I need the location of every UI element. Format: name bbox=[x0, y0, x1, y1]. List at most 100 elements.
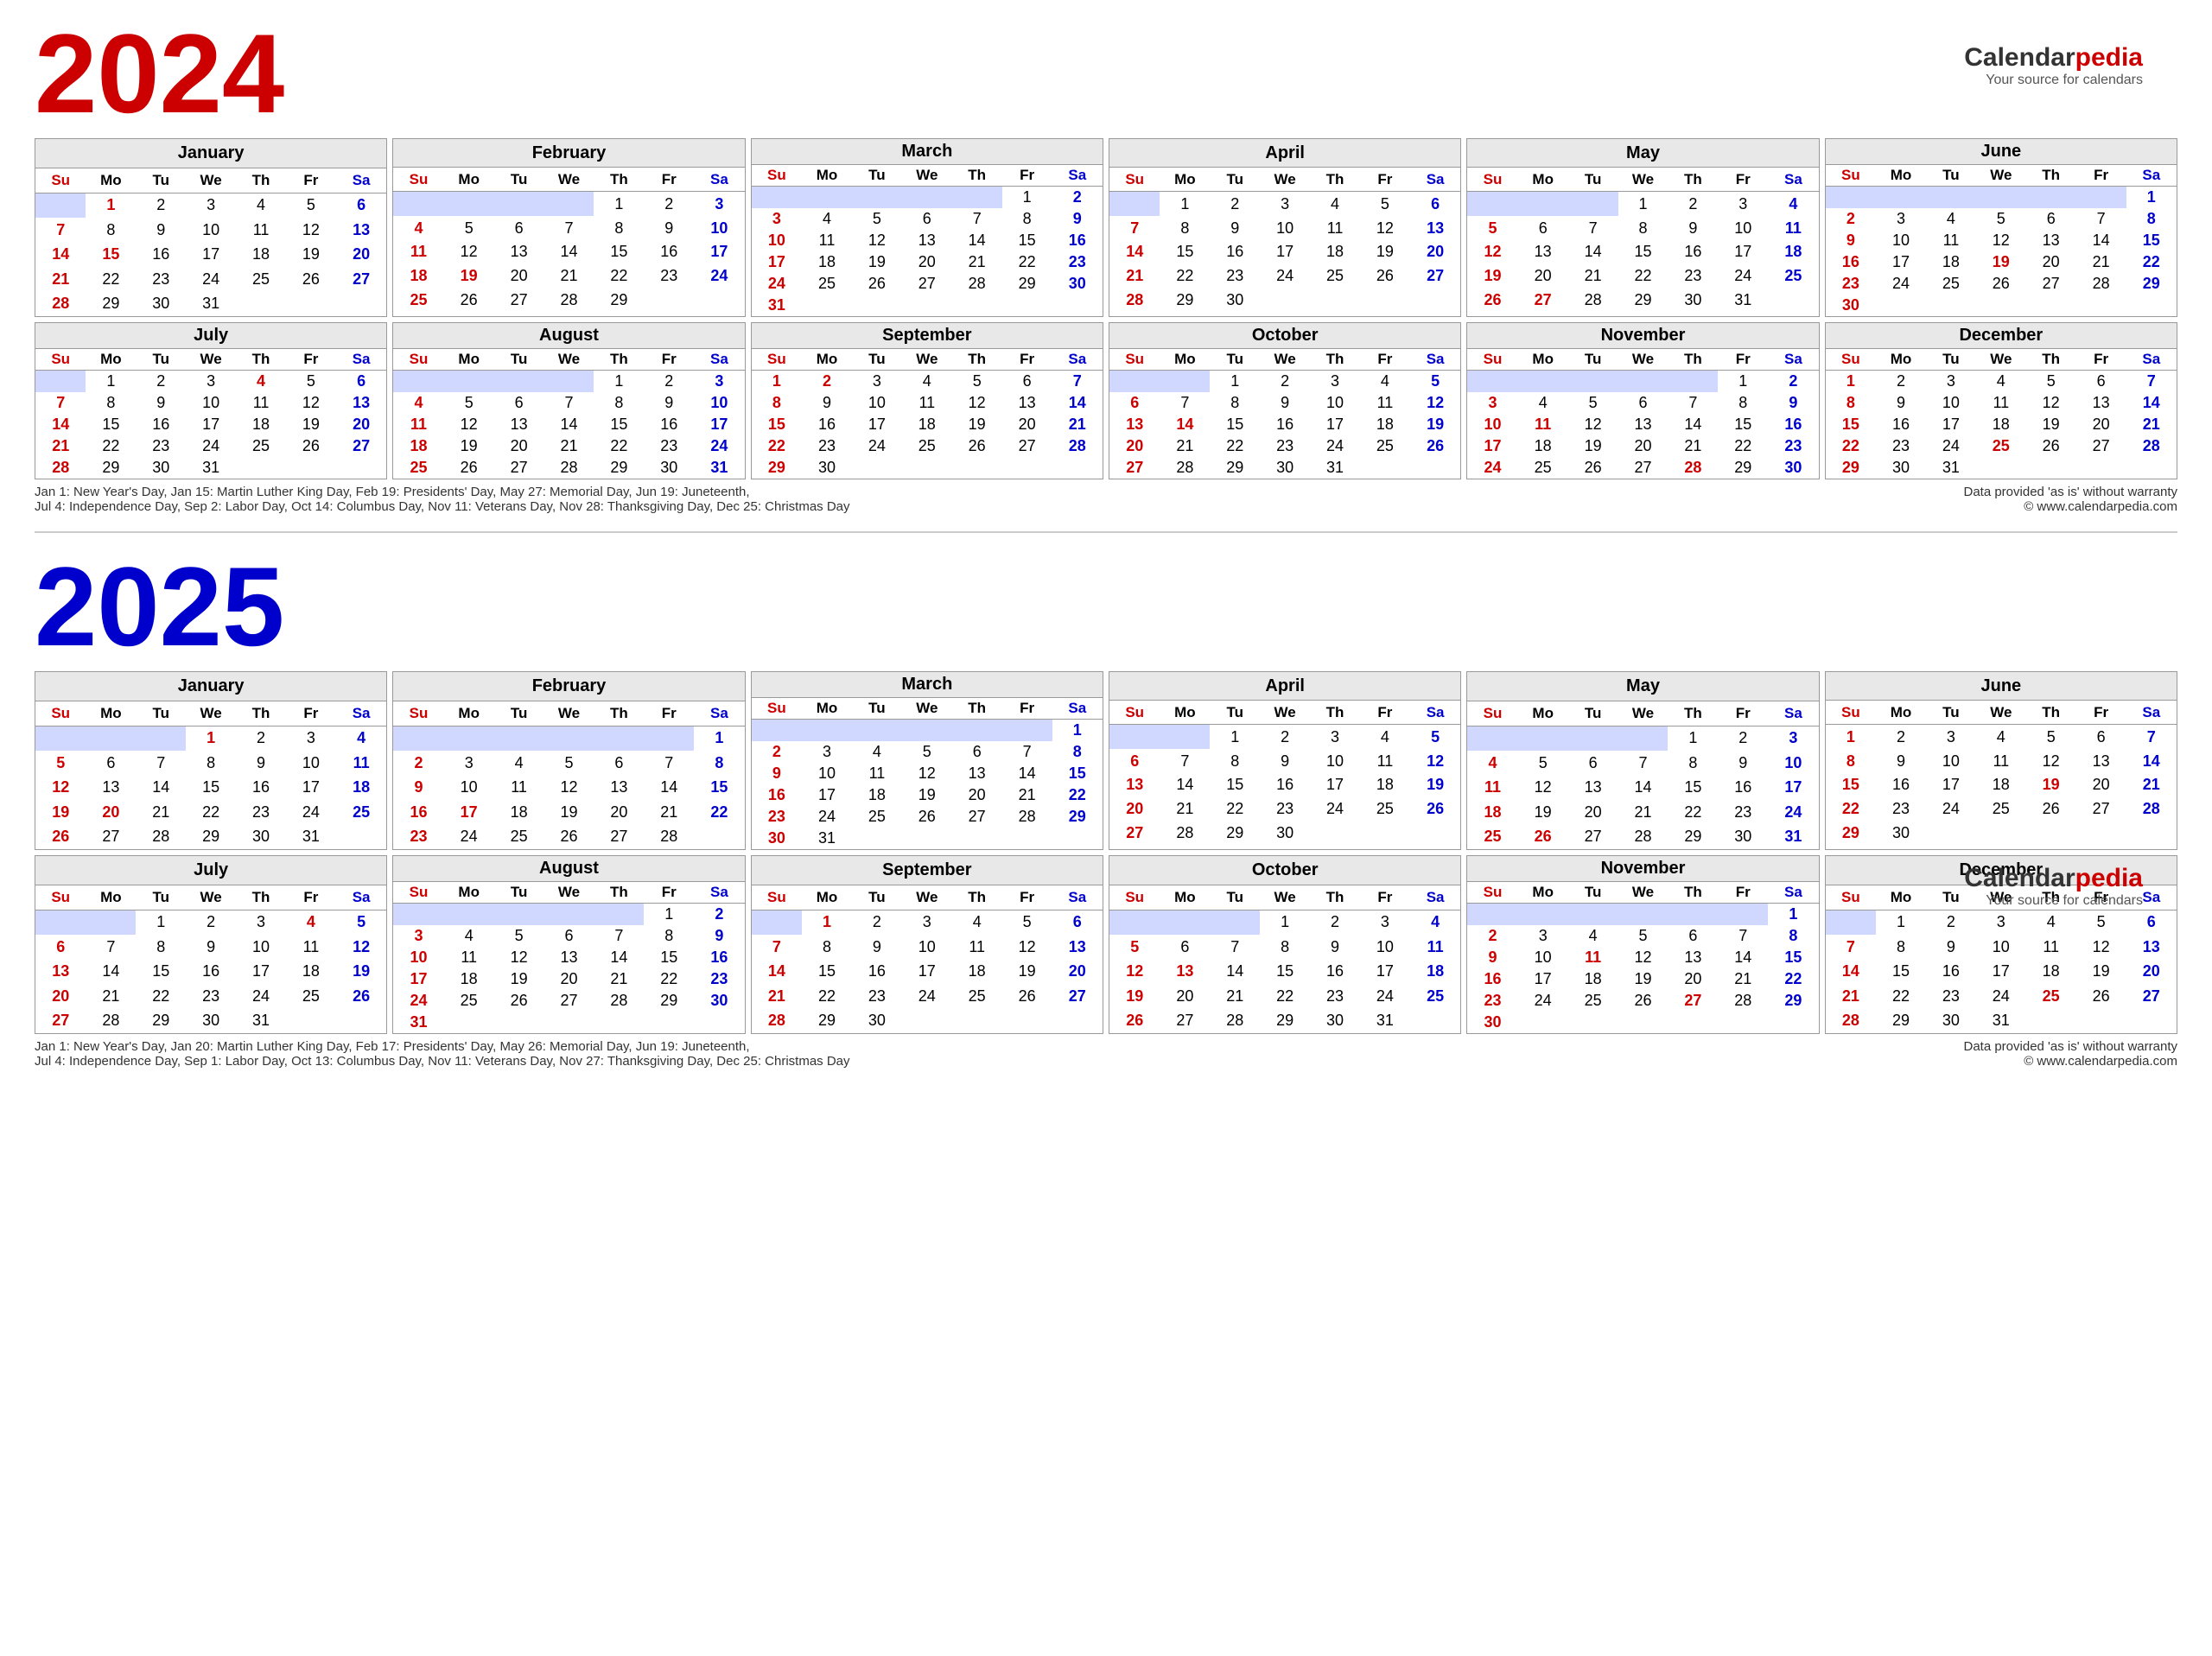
url-2025: © www.calendarpedia.com bbox=[1963, 1054, 2177, 1069]
td: 26 bbox=[286, 267, 336, 291]
td: 20 bbox=[336, 243, 387, 267]
month-oct-2025: October SuMoTuWeThFrSa 1234 567891011 12… bbox=[1109, 855, 1461, 1034]
td: 23 bbox=[136, 267, 186, 291]
td: 24 bbox=[186, 267, 236, 291]
month-name-oct-2024: October bbox=[1109, 323, 1461, 349]
2024-bottom-row: July SuMoTuWeThFrSa 123456 78910111213 1… bbox=[35, 322, 2177, 479]
month-name-may-2024: May bbox=[1467, 139, 1819, 168]
month-aug-2024: August SuMoTuWeThFrSa 123 45678910 11121… bbox=[392, 322, 745, 479]
year-2025-title: 2025 bbox=[35, 550, 2177, 663]
month-feb-2025: February SuMoTuWeThFrSa 1 2345678 910111… bbox=[392, 671, 745, 850]
2025-top-row: January SuMoTuWeThFrSa 1234 567891011 12… bbox=[35, 671, 2177, 850]
month-jun-2025: June SuMoTuWeThFrSa 1234567 891011121314… bbox=[1825, 671, 2177, 850]
month-may-2025: May SuMoTuWeThFrSa 123 45678910 11121314… bbox=[1466, 671, 1819, 850]
month-jan-2024: January Su Mo Tu We Th Fr Sa 1 2 3 4 5 bbox=[35, 138, 387, 317]
td bbox=[35, 193, 86, 218]
dh-tu: Tu bbox=[136, 168, 186, 193]
month-jun-2024: June SuMoTuWeThFrSa 1 2345678 9101112131… bbox=[1825, 138, 2177, 317]
td: 21 bbox=[35, 267, 86, 291]
month-sep-2025: September SuMoTuWeThFrSa 123456 78910111… bbox=[751, 855, 1103, 1034]
month-feb-2024: February SuMoTuWeThFrSa 123 45678910 111… bbox=[392, 138, 745, 317]
td: 7 bbox=[35, 218, 86, 242]
td: 17 bbox=[186, 243, 236, 267]
month-name-aug-2025: August bbox=[393, 856, 745, 882]
td: 8 bbox=[86, 218, 136, 242]
2024-top-row: January Su Mo Tu We Th Fr Sa 1 2 3 4 5 bbox=[35, 138, 2177, 317]
td: 6 bbox=[336, 193, 387, 218]
month-nov-2024: November SuMoTuWeThFrSa 12 3456789 10111… bbox=[1466, 322, 1819, 479]
td: 25 bbox=[236, 267, 286, 291]
td: 29 bbox=[86, 291, 136, 316]
data-note-2025: Data provided 'as is' without warranty bbox=[1963, 1039, 2177, 1054]
dh-fr: Fr bbox=[286, 168, 336, 193]
month-name-mar-2024: March bbox=[751, 139, 1103, 165]
month-name-feb-2024: February bbox=[393, 139, 745, 168]
td: 12 bbox=[286, 218, 336, 242]
td: 18 bbox=[236, 243, 286, 267]
year-2024-section: 2024 January Su Mo Tu We Th Fr Sa 1 2 bbox=[35, 17, 2177, 514]
dh-su: Su bbox=[35, 168, 86, 193]
month-name-sep-2025: September bbox=[751, 856, 1103, 885]
month-dec-2024: December SuMoTuWeThFrSa 1234567 89101112… bbox=[1825, 322, 2177, 479]
td: 31 bbox=[186, 291, 236, 316]
td: 28 bbox=[35, 291, 86, 316]
year-2025-section: 2025 January SuMoTuWeThFrSa 1234 5678910… bbox=[35, 550, 2177, 1069]
month-name-oct-2025: October bbox=[1109, 856, 1461, 885]
month-jul-2024: July SuMoTuWeThFrSa 123456 78910111213 1… bbox=[35, 322, 387, 479]
data-note-2024: Data provided 'as is' without warranty bbox=[1963, 485, 2177, 499]
month-name-dec-2024: December bbox=[1825, 323, 2177, 349]
footnotes-right-2024: Data provided 'as is' without warranty ©… bbox=[1963, 485, 2177, 514]
month-name-may-2025: May bbox=[1467, 672, 1819, 701]
month-may-2024: May SuMoTuWeThFrSa 1234 567891011 121314… bbox=[1466, 138, 1819, 317]
month-aug-2025: August SuMoTuWeThFrSa 12 3456789 1011121… bbox=[392, 855, 745, 1034]
month-name-jan-2024: January bbox=[35, 139, 387, 168]
month-name-aug-2024: August bbox=[393, 323, 745, 349]
td: 4 bbox=[236, 193, 286, 218]
td bbox=[336, 291, 387, 316]
td: 30 bbox=[136, 291, 186, 316]
td: 1 bbox=[86, 193, 136, 218]
footnote1-2025: Jan 1: New Year's Day, Jan 20: Martin Lu… bbox=[35, 1039, 2177, 1054]
brand-name-2024: Calendarpedia bbox=[1964, 43, 2143, 72]
dh-mo: Mo bbox=[86, 168, 136, 193]
month-oct-2024: October SuMoTuWeThFrSa 12345 6789101112 … bbox=[1109, 322, 1461, 479]
month-name-jul-2024: July bbox=[35, 323, 387, 349]
td: 27 bbox=[336, 267, 387, 291]
month-apr-2024: April SuMoTuWeThFrSa 123456 78910111213 … bbox=[1109, 138, 1461, 317]
month-name-sep-2024: September bbox=[751, 323, 1103, 349]
month-name-jan-2025: January bbox=[35, 672, 387, 701]
td: 13 bbox=[336, 218, 387, 242]
td: 10 bbox=[186, 218, 236, 242]
month-name-jul-2025: July bbox=[35, 856, 387, 885]
month-name-jun-2025: June bbox=[1825, 672, 2177, 701]
td: 15 bbox=[86, 243, 136, 267]
brand-2025: Calendarpedia Your source for calendars bbox=[1964, 864, 2143, 909]
footnotes-left-2024: Jan 1: New Year's Day, Jan 15: Martin Lu… bbox=[35, 485, 2177, 514]
footnotes-right-2025: Data provided 'as is' without warranty ©… bbox=[1963, 1039, 2177, 1069]
footnotes-2024: Data provided 'as is' without warranty ©… bbox=[35, 485, 2177, 514]
brand-tagline-2024: Your source for calendars bbox=[1964, 73, 2143, 88]
month-name-nov-2025: November bbox=[1467, 856, 1819, 882]
month-name-mar-2025: March bbox=[751, 672, 1103, 698]
divider bbox=[35, 531, 2177, 533]
brand-2024: Calendarpedia Your source for calendars bbox=[1964, 43, 2143, 88]
month-name-apr-2025: April bbox=[1109, 672, 1461, 701]
month-mar-2025: March SuMoTuWeThFrSa 1 2345678 910111213… bbox=[751, 671, 1103, 850]
footnote2-2025: Jul 4: Independence Day, Sep 1: Labor Da… bbox=[35, 1054, 2177, 1069]
td: 9 bbox=[136, 218, 186, 242]
dh-th: Th bbox=[236, 168, 286, 193]
footnotes-left-2025: Jan 1: New Year's Day, Jan 20: Martin Lu… bbox=[35, 1039, 2177, 1069]
td: 16 bbox=[136, 243, 186, 267]
td bbox=[286, 291, 336, 316]
url-2024: © www.calendarpedia.com bbox=[1963, 499, 2177, 514]
brand-tagline-2025: Your source for calendars bbox=[1964, 893, 2143, 909]
td: 14 bbox=[35, 243, 86, 267]
month-sep-2024: September SuMoTuWeThFrSa 1234567 8910111… bbox=[751, 322, 1103, 479]
month-name-feb-2025: February bbox=[393, 672, 745, 701]
month-nov-2025: November SuMoTuWeThFrSa 1 2345678 910111… bbox=[1466, 855, 1819, 1034]
month-jul-2025: July SuMoTuWeThFrSa 12345 6789101112 131… bbox=[35, 855, 387, 1034]
brand-name-2025: Calendarpedia bbox=[1964, 864, 2143, 892]
td: 22 bbox=[86, 267, 136, 291]
year-2024-title: 2024 bbox=[35, 17, 2177, 130]
month-jan-2025: January SuMoTuWeThFrSa 1234 567891011 12… bbox=[35, 671, 387, 850]
